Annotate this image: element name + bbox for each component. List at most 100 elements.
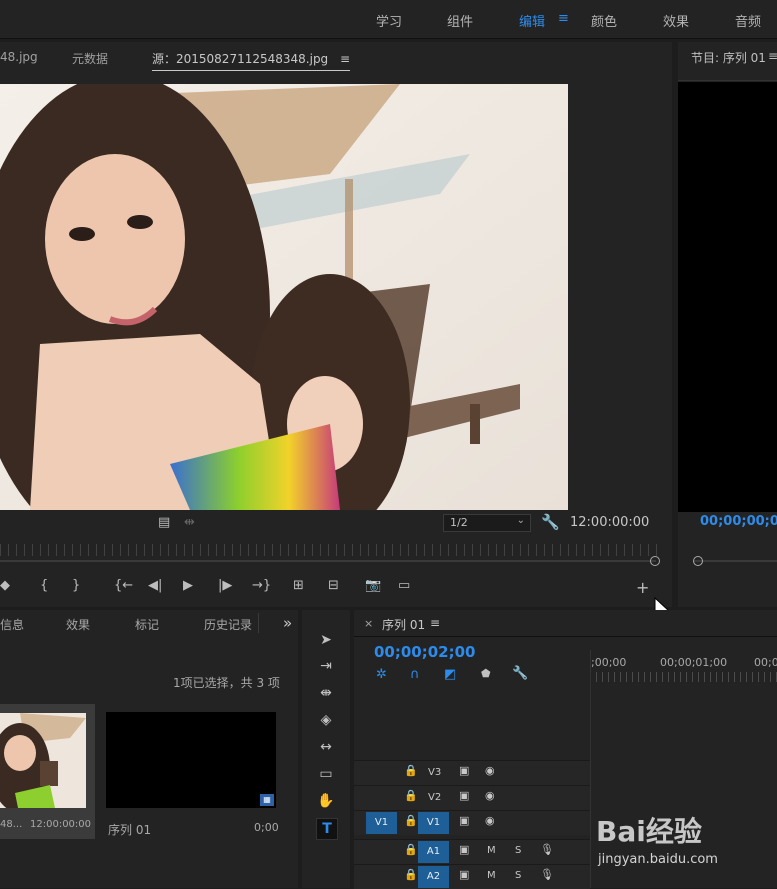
film-icon[interactable]: ▤ [158,515,170,530]
workspace-bar: 学习 组件 编辑 ≡ 颜色 效果 音频 [0,0,777,39]
lock-icon[interactable]: 🔒 [404,789,418,802]
tab-sequence[interactable]: 序列 01 [382,616,425,633]
panel-overflow-icon[interactable]: » [283,614,292,632]
camera-icon[interactable]: 📷 [365,578,381,593]
nest-icon[interactable]: ✲ [376,667,387,682]
program-monitor-panel: 节目: 序列 01 ≡ 00;00;00;00 [678,42,777,607]
timeline-ruler[interactable] [590,672,777,682]
workspace-color[interactable]: 颜色 [591,11,617,30]
project-panel: 信息 效果 标记 历史记录 » 1项已选择，共 3 项 48... 12:00:… [0,610,298,888]
resolution-select[interactable]: 1/2 ⌄ [443,514,531,532]
track-a1[interactable]: 🔒 A1 ▣ M S 🎙 [354,839,590,864]
microphone-icon[interactable]: 🎙 [540,843,554,856]
hand-tool-icon[interactable]: ✋ [316,791,336,811]
close-icon[interactable]: × [364,617,373,630]
wrench-icon[interactable]: 🔧 [541,513,560,531]
insert-overwrite-icon[interactable]: ⇹ [184,515,195,530]
tab-effects[interactable]: 效果 [66,616,90,633]
track-v3[interactable]: 🔒 V3 ▣ ◉ [354,760,590,785]
solo-button[interactable]: S [515,870,521,881]
source-monitor-panel: 48.jpg 元数据 源：20150827112548348.jpg ≡ ▤ ⇹… [0,42,672,607]
workspace-learn[interactable]: 学习 [376,11,402,30]
lock-icon[interactable]: 🔒 [404,814,418,827]
track-target-a1[interactable]: A1 [418,841,449,863]
project-item-image[interactable]: 48... 12:00:00:00 [0,704,95,839]
mark-in-icon[interactable]: { [40,578,48,593]
timeline-timecode[interactable]: 00;00;02;00 [374,643,476,661]
track-target-a2[interactable]: A2 [418,866,449,888]
source-time-ruler[interactable] [0,544,660,556]
tab-menu-icon[interactable]: ≡ [430,616,440,630]
track-v1[interactable]: V1 🔒 V1 ▣ ◉ [354,810,590,835]
source-timecode[interactable]: 12:00:00:00 [570,515,649,530]
wrench-icon[interactable]: 🔧 [512,666,528,681]
program-playhead[interactable] [693,556,703,566]
sequence-name[interactable]: 序列 01 [108,821,151,838]
razor-tool-icon[interactable]: ◈ [316,710,336,730]
ruler-label: 00;00;01;00 [660,656,728,669]
go-to-out-icon[interactable]: →} [252,578,271,593]
program-scrub-bar[interactable] [694,560,777,562]
tab-source-label: 源：20150827112548348.jpg [152,52,329,66]
step-back-icon[interactable]: ◀| [148,578,162,593]
lock-icon[interactable]: 🔒 [404,868,418,881]
tab-info[interactable]: 信息 [0,616,24,633]
insert-icon[interactable]: ⊞ [293,578,304,593]
tab-menu-icon[interactable]: ≡ [768,49,777,63]
film-icon[interactable]: ▣ [459,814,469,827]
add-marker-icon[interactable]: ⬟ [481,667,491,680]
ripple-edit-tool-icon[interactable]: ⇼ [316,683,336,703]
tab-source[interactable]: 源：20150827112548348.jpg ≡ [152,50,351,71]
film-icon[interactable]: ▣ [459,789,469,802]
tab-program[interactable]: 节目: 序列 01 [691,49,766,66]
tab-menu-icon[interactable]: ≡ [340,52,350,66]
film-icon[interactable]: ▣ [459,764,469,777]
mark-out-icon[interactable]: } [72,578,80,593]
tab-history[interactable]: 历史记录 [204,616,252,633]
linked-selection-icon[interactable]: ◩ [444,667,456,682]
lock-icon[interactable]: 🔒 [404,843,418,856]
program-video-frame [678,82,777,512]
program-timecode[interactable]: 00;00;00;00 [700,514,777,529]
marker-icon[interactable]: ◆ [0,578,10,593]
eye-icon[interactable]: ◉ [485,764,495,777]
source-patch-v1[interactable]: V1 [366,812,397,834]
add-button-icon[interactable]: + [636,578,649,597]
workspace-menu-icon[interactable]: ≡ [558,11,569,26]
eye-icon[interactable]: ◉ [485,789,495,802]
film-icon[interactable]: ▣ [459,868,469,881]
safe-margins-icon[interactable]: ▭ [398,578,410,593]
workspace-effects[interactable]: 效果 [663,11,689,30]
step-forward-icon[interactable]: |▶ [218,578,232,593]
tab-markers[interactable]: 标记 [135,616,159,633]
mute-button[interactable]: M [487,845,496,856]
playhead-handle[interactable] [650,556,660,566]
overwrite-icon[interactable]: ⊟ [328,578,339,593]
track-target-v1[interactable]: V1 [418,812,449,834]
snap-magnet-icon[interactable]: ∩ [410,667,420,682]
pen-tool-icon[interactable]: ▭ [316,764,336,784]
microphone-icon[interactable]: 🎙 [540,868,554,881]
selection-tool-icon[interactable]: ➤ [316,630,336,650]
type-tool-icon[interactable]: T [316,818,338,840]
workspace-audio[interactable]: 音频 [735,11,761,30]
workspace-assembly[interactable]: 组件 [447,11,473,30]
eye-icon[interactable]: ◉ [485,814,495,827]
mute-button[interactable]: M [487,870,496,881]
go-to-in-icon[interactable]: {← [114,578,133,593]
lock-icon[interactable]: 🔒 [404,764,418,777]
tab-metadata[interactable]: 元数据 [72,50,108,67]
slip-tool-icon[interactable]: ↔ [316,737,336,757]
track-v2[interactable]: 🔒 V2 ▣ ◉ [354,785,590,810]
track-label: V3 [428,767,442,778]
play-icon[interactable]: ▶ [183,578,193,593]
track-a2[interactable]: 🔒 A2 ▣ M S 🎙 [354,864,590,889]
film-icon[interactable]: ▣ [459,843,469,856]
watermark-brand: Bai经验 [596,815,702,848]
source-scrub-bar[interactable] [0,560,656,562]
project-item-sequence-thumb[interactable]: ▦ [106,712,276,808]
tab-previous-clip[interactable]: 48.jpg [0,50,38,64]
track-select-tool-icon[interactable]: ⇥ [316,656,336,676]
workspace-editing[interactable]: 编辑 [519,11,545,30]
solo-button[interactable]: S [515,845,521,856]
